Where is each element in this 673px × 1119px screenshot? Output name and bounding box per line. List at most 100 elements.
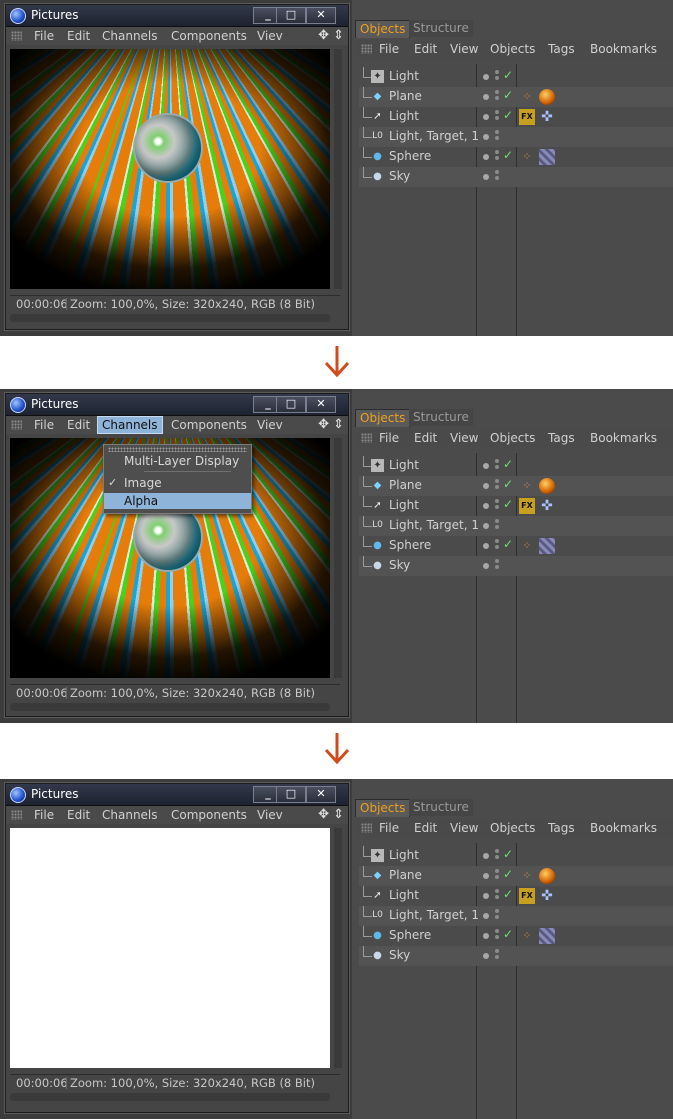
om-menu-objects[interactable]: Objects xyxy=(490,820,535,836)
om-menu-view[interactable]: View xyxy=(450,430,478,446)
editor-visibility-dot[interactable] xyxy=(483,154,489,160)
enabled-check-icon[interactable]: ✓ xyxy=(503,457,513,471)
render-visibility-dots[interactable] xyxy=(495,130,499,144)
object-row-sphere[interactable]: ● Sphere ✓ ⁘ xyxy=(359,536,673,556)
editor-visibility-dot[interactable] xyxy=(483,913,489,919)
menu-file[interactable]: File xyxy=(30,28,58,44)
render-visibility-dots[interactable] xyxy=(495,110,499,124)
horizontal-scrollbar[interactable] xyxy=(10,703,330,711)
vertical-scrollbar[interactable] xyxy=(334,828,342,1068)
menu-components[interactable]: Components xyxy=(167,28,251,44)
om-menu-bookmarks[interactable]: Bookmarks xyxy=(590,820,657,836)
grip-icon[interactable] xyxy=(11,420,22,430)
render-visibility-dots[interactable] xyxy=(495,499,499,513)
editor-visibility-dot[interactable] xyxy=(483,94,489,100)
phong-tag-icon[interactable]: ⁘ xyxy=(519,928,535,944)
enabled-check-icon[interactable]: ✓ xyxy=(503,867,513,881)
enabled-check-icon[interactable]: ✓ xyxy=(503,148,513,162)
object-row-plane[interactable]: ◆ Plane ✓ ⁘ xyxy=(359,476,673,496)
enabled-check-icon[interactable]: ✓ xyxy=(503,537,513,551)
phong-tag-icon[interactable]: ⁘ xyxy=(519,478,535,494)
editor-visibility-dot[interactable] xyxy=(483,74,489,80)
tear-off-grip[interactable] xyxy=(108,447,247,452)
phong-tag-icon[interactable]: ⁘ xyxy=(519,89,535,105)
render-visibility-dots[interactable] xyxy=(495,70,499,84)
editor-visibility-dot[interactable] xyxy=(483,114,489,120)
render-visibility-dots[interactable] xyxy=(495,459,499,473)
maximize-button[interactable]: □ xyxy=(276,396,306,413)
material-tag-icon[interactable] xyxy=(539,478,555,494)
texture-tag-icon[interactable] xyxy=(539,928,555,944)
editor-visibility-dot[interactable] xyxy=(483,543,489,549)
menu-item-multi-layer-display[interactable]: Multi-Layer Display xyxy=(104,453,251,469)
grip-icon[interactable] xyxy=(11,810,22,820)
object-row-sphere[interactable]: ● Sphere ✓ ⁘ xyxy=(359,926,673,946)
om-menu-tags[interactable]: Tags xyxy=(548,430,575,446)
grip-icon[interactable] xyxy=(361,823,372,833)
tab-structure[interactable]: Structure xyxy=(409,20,473,37)
object-row-light[interactable]: ✦ Light ✓ xyxy=(359,846,673,866)
menu-edit[interactable]: Edit xyxy=(63,417,94,433)
horizontal-scrollbar[interactable] xyxy=(10,314,330,322)
fx-tag-icon[interactable]: FX xyxy=(519,109,535,125)
om-menu-file[interactable]: File xyxy=(379,41,399,57)
grip-icon[interactable] xyxy=(361,433,372,443)
render-visibility-dots[interactable] xyxy=(495,90,499,104)
menu-file[interactable]: File xyxy=(30,807,58,823)
om-menu-edit[interactable]: Edit xyxy=(414,820,437,836)
phong-tag-icon[interactable]: ⁘ xyxy=(519,538,535,554)
render-visibility-dots[interactable] xyxy=(495,869,499,883)
om-menu-edit[interactable]: Edit xyxy=(414,41,437,57)
object-row-target[interactable]: L0 Light, Target, 1 xyxy=(359,906,673,926)
move-view-icon[interactable]: ✥ ⇕ xyxy=(318,807,344,822)
enabled-check-icon[interactable]: ✓ xyxy=(503,108,513,122)
menu-channels[interactable]: Channels xyxy=(98,28,162,44)
render-visibility-dots[interactable] xyxy=(495,519,499,533)
om-menu-view[interactable]: View xyxy=(450,820,478,836)
object-row-spotlight[interactable]: ➚ Light ✓ FX ✜ xyxy=(359,107,673,127)
editor-visibility-dot[interactable] xyxy=(483,893,489,899)
enabled-check-icon[interactable]: ✓ xyxy=(503,497,513,511)
maximize-button[interactable]: □ xyxy=(276,7,306,24)
om-menu-tags[interactable]: Tags xyxy=(548,820,575,836)
title-bar[interactable]: Pictures _ □ ✕ xyxy=(6,784,348,806)
tab-structure[interactable]: Structure xyxy=(409,799,473,816)
object-row-target[interactable]: L0 Light, Target, 1 xyxy=(359,127,673,147)
object-row-sky[interactable]: ● Sky xyxy=(359,946,673,966)
render-canvas[interactable] xyxy=(10,49,330,289)
editor-visibility-dot[interactable] xyxy=(483,853,489,859)
render-visibility-dots[interactable] xyxy=(495,849,499,863)
tab-objects[interactable]: Objects xyxy=(355,799,411,817)
editor-visibility-dot[interactable] xyxy=(483,523,489,529)
render-visibility-dots[interactable] xyxy=(495,909,499,923)
menu-view[interactable]: Viev xyxy=(253,417,287,433)
menu-channels[interactable]: Channels xyxy=(98,807,162,823)
tab-objects[interactable]: Objects xyxy=(355,20,411,38)
vertical-scrollbar[interactable] xyxy=(334,49,342,289)
menu-item-alpha[interactable]: Alpha xyxy=(104,493,251,509)
editor-visibility-dot[interactable] xyxy=(483,873,489,879)
render-visibility-dots[interactable] xyxy=(495,929,499,943)
render-visibility-dots[interactable] xyxy=(495,170,499,184)
object-row-plane[interactable]: ◆ Plane ✓ ⁘ xyxy=(359,87,673,107)
move-view-icon[interactable]: ✥ ⇕ xyxy=(318,28,344,43)
om-menu-edit[interactable]: Edit xyxy=(414,430,437,446)
editor-visibility-dot[interactable] xyxy=(483,933,489,939)
om-menu-tags[interactable]: Tags xyxy=(548,41,575,57)
tab-objects[interactable]: Objects xyxy=(355,409,411,427)
menu-channels[interactable]: Channels xyxy=(97,416,163,434)
object-row-spotlight[interactable]: ➚ Light ✓ FX ✜ xyxy=(359,496,673,516)
enabled-check-icon[interactable]: ✓ xyxy=(503,477,513,491)
tab-structure[interactable]: Structure xyxy=(409,409,473,426)
enabled-check-icon[interactable]: ✓ xyxy=(503,887,513,901)
render-visibility-dots[interactable] xyxy=(495,889,499,903)
object-row-sky[interactable]: ● Sky xyxy=(359,556,673,576)
menu-file[interactable]: File xyxy=(30,417,58,433)
texture-tag-icon[interactable] xyxy=(539,538,555,554)
object-row-light[interactable]: ✦ Light ✓ xyxy=(359,67,673,87)
grip-icon[interactable] xyxy=(11,31,22,41)
material-tag-icon[interactable] xyxy=(539,868,555,884)
target-tag-icon[interactable]: ✜ xyxy=(539,109,555,125)
om-menu-objects[interactable]: Objects xyxy=(490,430,535,446)
phong-tag-icon[interactable]: ⁘ xyxy=(519,868,535,884)
